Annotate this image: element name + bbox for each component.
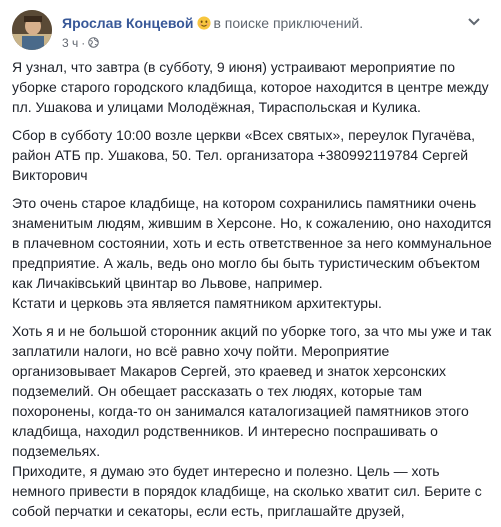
author-name-link[interactable]: Ярослав Концевой xyxy=(62,15,193,31)
post-meta: 3 ч · xyxy=(62,35,100,51)
facebook-post: Ярослав Концевой в поиске приключений. 3… xyxy=(0,0,501,527)
post-header: Ярослав Концевой в поиске приключений. 3… xyxy=(12,10,492,54)
author-line: Ярослав Концевой в поиске приключений. xyxy=(62,14,363,32)
meta-separator: · xyxy=(81,36,86,50)
avatar-photo-icon xyxy=(12,10,52,50)
author-avatar[interactable] xyxy=(12,10,52,50)
post-paragraph: Кстати и церковь эта является памятником… xyxy=(12,295,382,311)
post-paragraph: Приходите, я думаю это будет интересно и… xyxy=(12,463,482,519)
post-paragraph: Хоть я и не большой сторонник акций по у… xyxy=(12,323,492,459)
post-timestamp-link[interactable]: 3 ч xyxy=(62,36,78,50)
globe-icon[interactable] xyxy=(88,37,100,48)
post-paragraph: Это очень старое кладбище, на котором со… xyxy=(12,195,492,291)
post-paragraph: Я узнал, что завтра (в субботу, 9 июня) … xyxy=(12,59,489,115)
feeling-text: в поиске приключений. xyxy=(213,15,364,31)
post-body: Я узнал, что завтра (в субботу, 9 июня) … xyxy=(12,57,492,521)
chevron-down-icon[interactable] xyxy=(464,14,484,30)
smiling-face-emoji-icon xyxy=(197,16,212,30)
post-paragraph: Сбор в субботу 10:00 возле церкви «Всех … xyxy=(12,127,476,183)
